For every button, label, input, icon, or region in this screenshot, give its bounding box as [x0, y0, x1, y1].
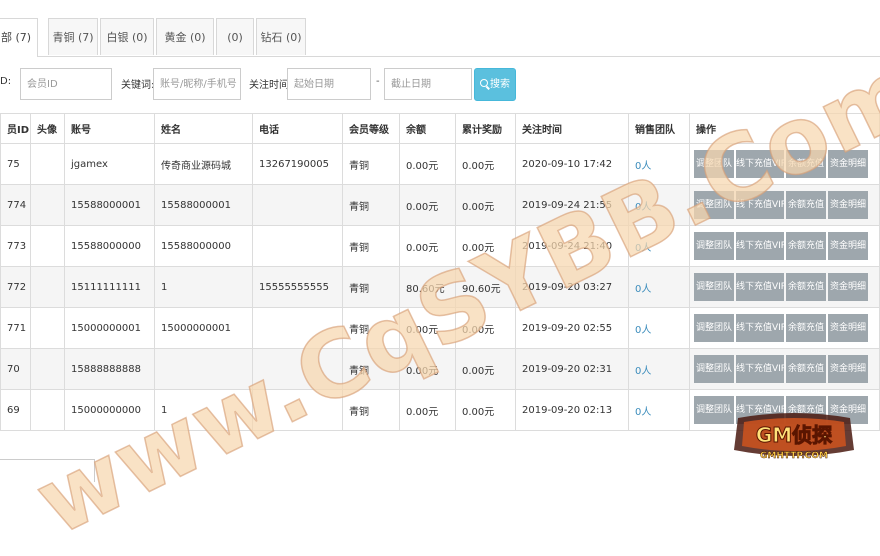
- column-header: 电话: [252, 113, 343, 144]
- logo-main-text: GM侦探: [756, 423, 832, 447]
- cell-actions: 调整团队 线下充值VIP 余额充值 资金明细: [689, 348, 880, 390]
- cell-avatar: [30, 266, 65, 308]
- cell-account: 15111111111: [64, 266, 155, 308]
- cell-level: 青铜: [342, 225, 400, 267]
- cell-phone: [252, 225, 343, 267]
- cell-avatar: [30, 225, 65, 267]
- column-header: 账号: [64, 113, 155, 144]
- adjust-team-button[interactable]: 调整团队: [694, 314, 734, 342]
- cell-reward: 0.00元: [455, 184, 516, 226]
- cell-team[interactable]: 0人: [628, 389, 690, 431]
- search-icon: [480, 79, 488, 87]
- cell-id: 75: [0, 143, 31, 185]
- gm-logo: GM侦探 GMHTTP.COM: [734, 413, 854, 461]
- column-header: 关注时间: [515, 113, 629, 144]
- cell-balance: 0.00元: [399, 389, 456, 431]
- fund-detail-button[interactable]: 资金明细: [828, 314, 868, 342]
- cell-time: 2019-09-20 02:13: [515, 389, 629, 431]
- balance-recharge-button[interactable]: 余额充值: [786, 273, 826, 301]
- tab-1[interactable]: 青铜 (7): [48, 18, 98, 55]
- cell-name: 1: [154, 266, 253, 308]
- cell-level: 青铜: [342, 184, 400, 226]
- member-id-input[interactable]: [20, 68, 112, 100]
- offline-vip-button[interactable]: 线下充值VIP: [736, 232, 784, 260]
- cell-name: 15588000001: [154, 184, 253, 226]
- tab-0[interactable]: 部 (7): [0, 18, 38, 57]
- cell-name: 15000000001: [154, 307, 253, 349]
- tab-4[interactable]: (0): [216, 18, 254, 55]
- cell-balance: 0.00元: [399, 184, 456, 226]
- offline-vip-button[interactable]: 线下充值VIP: [736, 314, 784, 342]
- column-header: 姓名: [154, 113, 253, 144]
- fund-detail-button[interactable]: 资金明细: [828, 355, 868, 383]
- logo-sub-text: GMHTTP.COM: [760, 451, 828, 461]
- adjust-team-button[interactable]: 调整团队: [694, 355, 734, 383]
- cell-account: 15888888888: [64, 348, 155, 390]
- member-id-label: D:: [0, 76, 12, 87]
- cell-avatar: [30, 184, 65, 226]
- cell-account: jgamex: [64, 143, 155, 185]
- end-date-input[interactable]: [384, 68, 472, 100]
- adjust-team-button[interactable]: 调整团队: [694, 273, 734, 301]
- column-header: 余额: [399, 113, 456, 144]
- cell-balance: 0.00元: [399, 143, 456, 185]
- cell-time: 2019-09-20 02:31: [515, 348, 629, 390]
- cell-id: 771: [0, 307, 31, 349]
- search-button-label: 搜索: [490, 79, 510, 90]
- keyword-label: 关键词:: [121, 80, 155, 91]
- offline-vip-button[interactable]: 线下充值VIP: [736, 273, 784, 301]
- cell-actions: 调整团队 线下充值VIP 余额充值 资金明细: [689, 266, 880, 308]
- start-date-input[interactable]: [287, 68, 371, 100]
- cell-id: 772: [0, 266, 31, 308]
- cell-phone: [252, 184, 343, 226]
- tab-5[interactable]: 钻石 (0): [256, 18, 306, 55]
- follow-time-label: 关注时间:: [249, 80, 293, 91]
- balance-recharge-button[interactable]: 余额充值: [786, 314, 826, 342]
- balance-recharge-button[interactable]: 余额充值: [786, 355, 826, 383]
- tab-3[interactable]: 黄金 (0): [156, 18, 214, 55]
- cell-reward: 0.00元: [455, 143, 516, 185]
- cell-reward: 0.00元: [455, 389, 516, 431]
- cell-id: 70: [0, 348, 31, 390]
- cell-actions: 调整团队 线下充值VIP 余额充值 资金明细: [689, 307, 880, 349]
- cell-account: 15000000001: [64, 307, 155, 349]
- member-level-tabs: 部 (7) 青铜 (7) 白银 (0) 黄金 (0) (0) 钻石 (0): [0, 18, 880, 57]
- search-button[interactable]: 搜索: [474, 68, 516, 101]
- keyword-input[interactable]: [153, 68, 241, 100]
- cell-team[interactable]: 0人: [628, 348, 690, 390]
- cell-name: 15588000000: [154, 225, 253, 267]
- cell-avatar: [30, 348, 65, 390]
- column-header: 员ID: [0, 113, 31, 144]
- cell-id: 773: [0, 225, 31, 267]
- fund-detail-button[interactable]: 资金明细: [828, 273, 868, 301]
- cell-name: 传奇商业源码城: [154, 143, 253, 185]
- cell-avatar: [30, 389, 65, 431]
- fund-detail-button[interactable]: 资金明细: [828, 232, 868, 260]
- cell-avatar: [30, 143, 65, 185]
- cell-avatar: [30, 307, 65, 349]
- cell-team[interactable]: 0人: [628, 307, 690, 349]
- cell-account: 15588000001: [64, 184, 155, 226]
- cell-level: 青铜: [342, 143, 400, 185]
- cell-id: 69: [0, 389, 31, 431]
- fund-detail-button[interactable]: 资金明细: [828, 191, 868, 219]
- cell-phone: 15555555555: [252, 266, 343, 308]
- column-header: 累计奖励: [455, 113, 516, 144]
- date-separator: -: [376, 76, 380, 87]
- column-header: 头像: [30, 113, 65, 144]
- column-header: 会员等级: [342, 113, 400, 144]
- tab-2[interactable]: 白银 (0): [100, 18, 154, 55]
- cell-account: 15588000000: [64, 225, 155, 267]
- cell-phone: 13267190005: [252, 143, 343, 185]
- balance-recharge-button[interactable]: 余额充值: [786, 232, 826, 260]
- offline-vip-button[interactable]: 线下充值VIP: [736, 355, 784, 383]
- cell-id: 774: [0, 184, 31, 226]
